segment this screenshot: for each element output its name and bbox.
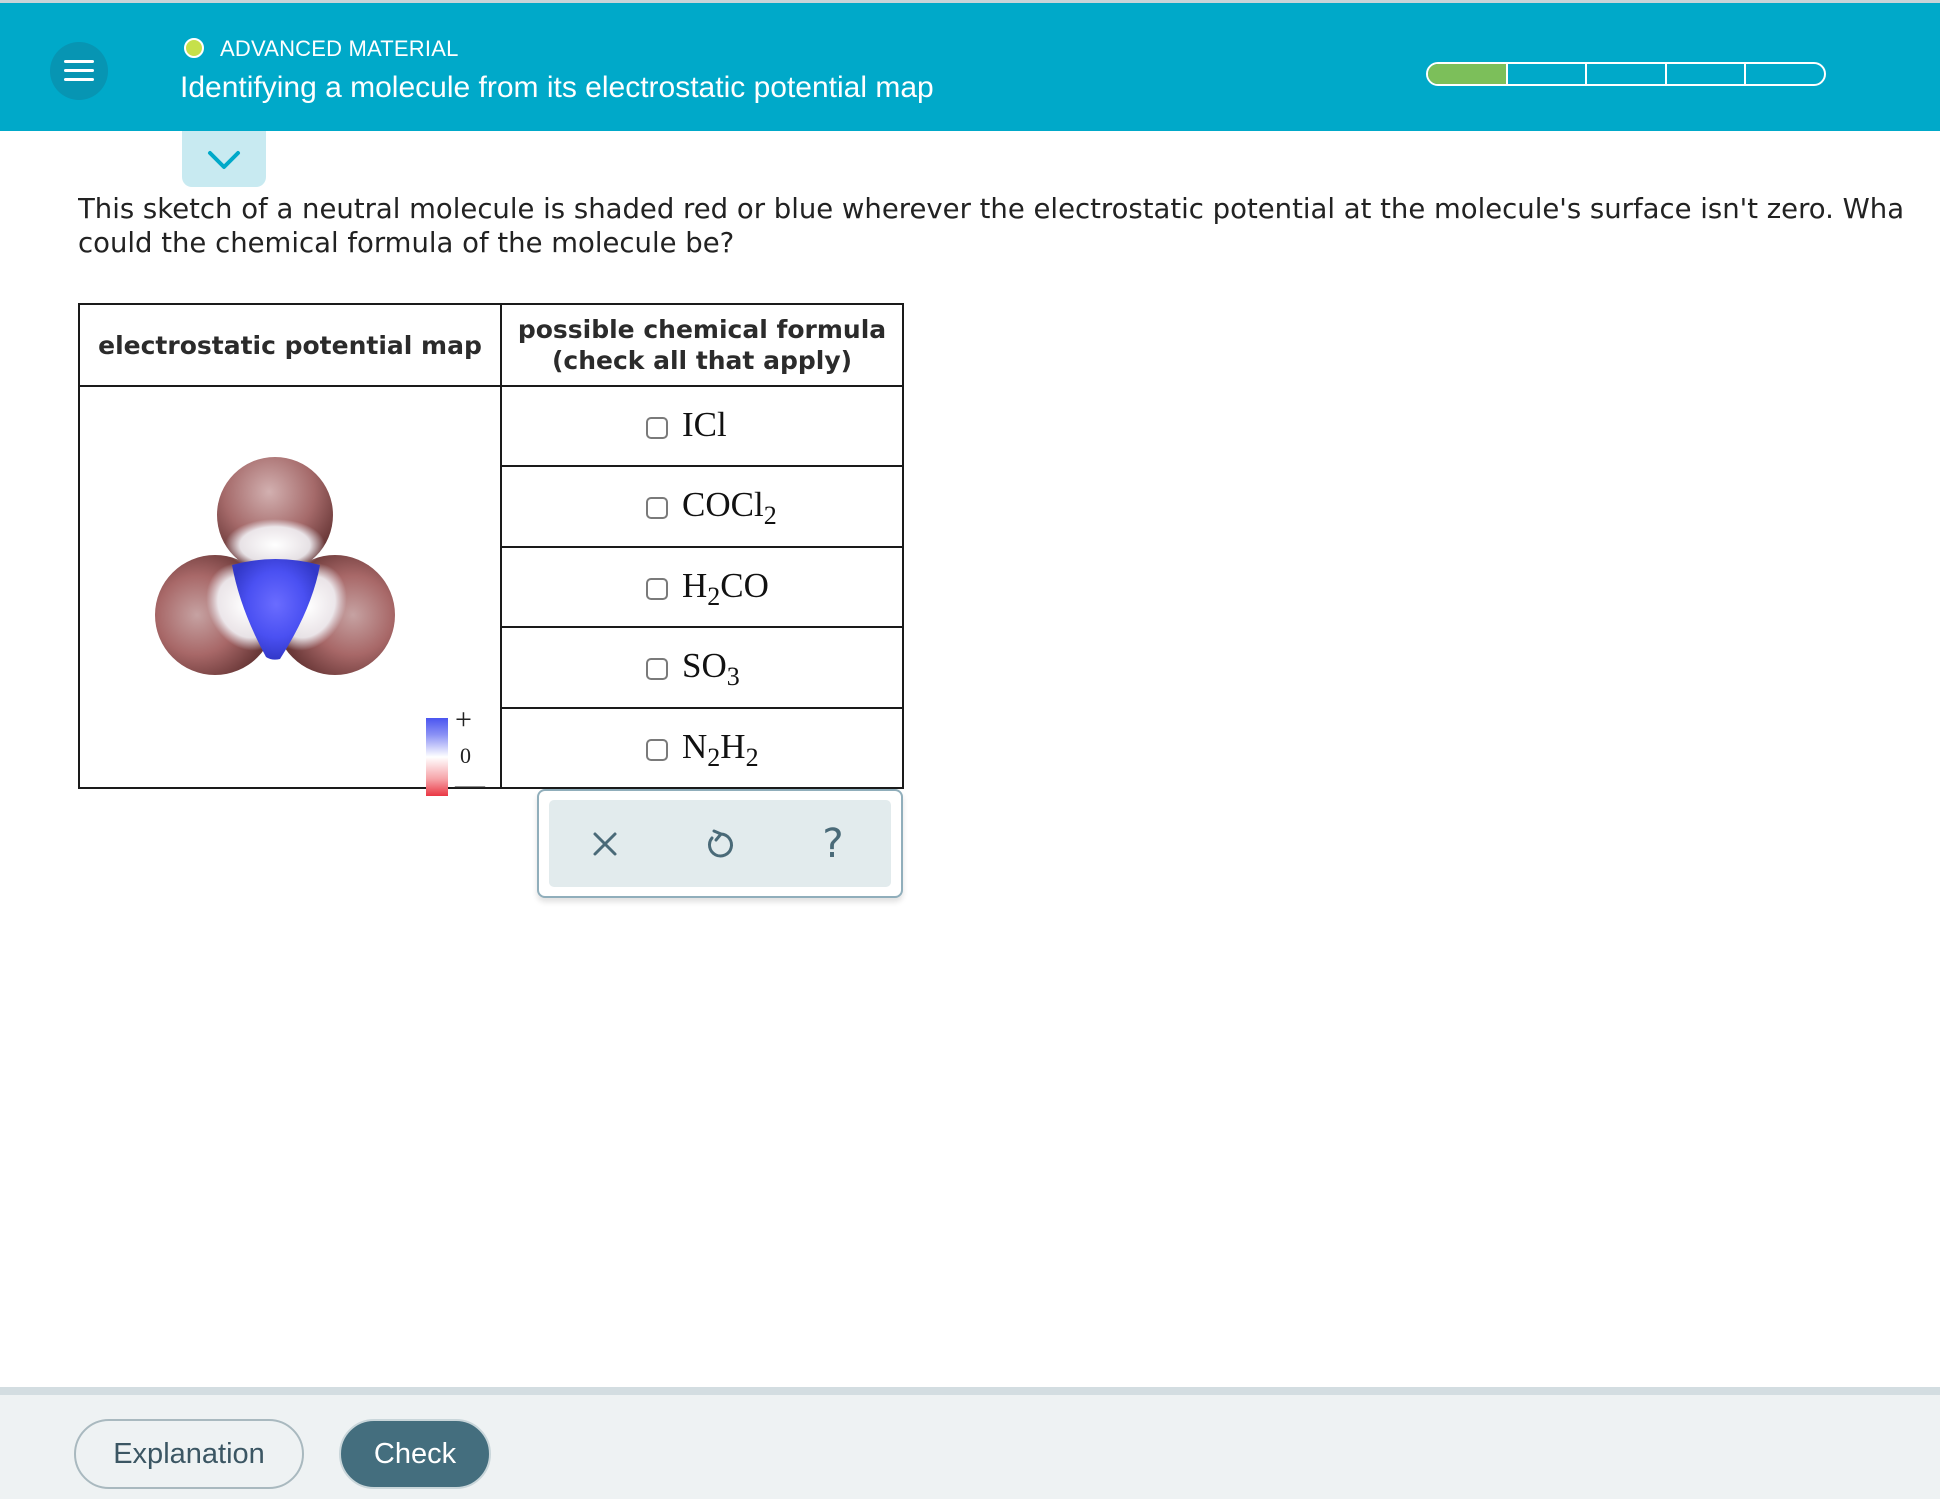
formula-label: COCl2 [682,485,777,529]
formula-tail: H [720,726,746,766]
toolbox-panel: ? [549,800,891,887]
question-line-2: could the chemical formula of the molecu… [78,227,735,259]
formula-main: SO [682,646,727,686]
formula-main: COCl [682,485,764,525]
electrostatic-map-cell: + 0 — [78,385,502,801]
help-button[interactable]: ? [793,800,873,887]
formula-subscript: 2 [707,742,721,772]
formula-subscript: 2 [707,581,721,611]
progress-segment [1508,64,1588,84]
level-status-icon [184,38,204,58]
checkbox-icl[interactable] [646,417,668,439]
question-text: This sketch of a neutral molecule is sha… [78,192,1940,260]
topic-header: ADVANCED MATERIAL Identifying a molecule… [0,3,1940,131]
formula-option-icl[interactable]: ICl [500,384,904,468]
formula-option-n2h2[interactable]: N2H2 [500,706,904,790]
legend-zero-label: 0 [460,743,471,768]
undo-icon [708,829,733,857]
legend-plus-label: + [455,703,472,736]
expand-header-button[interactable] [182,131,266,187]
legend-minus-label: — [455,768,485,801]
checkbox-cocl2[interactable] [646,497,668,520]
undo-button[interactable] [679,800,759,887]
hamburger-icon [64,60,94,63]
formula-subscript: 3 [726,662,740,692]
map-column-header: electrostatic potential map [78,303,502,387]
formula-header-title: possible chemical formula [517,315,887,344]
formula-header-subtitle: (check all that apply) [551,346,853,375]
progress-segment [1587,64,1667,84]
formula-label: ICl [682,405,727,445]
checkbox-n2h2[interactable] [646,738,668,761]
help-icon: ? [822,820,844,867]
formula-column-header: possible chemical formula (check all tha… [500,303,904,387]
chevron-down-icon [208,151,240,169]
explanation-button[interactable]: Explanation [74,1419,304,1489]
formula-tail: CO [720,565,769,605]
formula-option-h2co[interactable]: H2CO [500,545,904,629]
hamburger-icon-line [64,78,94,81]
answer-toolbox: ? [537,789,903,898]
formula-option-so3[interactable]: SO3 [500,626,904,709]
formula-label: H2CO [682,565,769,610]
hamburger-icon-line [64,69,94,72]
close-icon [593,832,617,855]
formula-label: SO3 [682,646,740,690]
level-label: ADVANCED MATERIAL [220,36,459,61]
progress-segment [1667,64,1747,84]
menu-button[interactable] [50,42,108,100]
formula-main: ICl [682,405,727,444]
checkbox-h2co[interactable] [646,577,668,600]
potential-legend-bar [426,718,448,796]
clear-button[interactable] [565,800,645,887]
formula-main: H [682,565,708,605]
formula-subscript: 2 [763,501,777,531]
formula-option-cocl2[interactable]: COCl2 [500,465,904,548]
footer-bar: Explanation Check [0,1387,1940,1499]
answer-table: electrostatic potential map possible che… [78,303,904,801]
check-button[interactable]: Check [339,1419,491,1489]
topic-title: Identifying a molecule from its electros… [180,71,934,104]
formula-subscript-2: 2 [745,742,759,772]
formula-main: N [682,726,708,766]
progress-segment [1746,64,1824,84]
progress-bar [1426,62,1826,86]
question-line-1: This sketch of a neutral molecule is sha… [78,193,1905,225]
progress-segment-filled [1428,64,1508,84]
formula-label: N2H2 [682,726,759,771]
checkbox-so3[interactable] [646,658,668,681]
